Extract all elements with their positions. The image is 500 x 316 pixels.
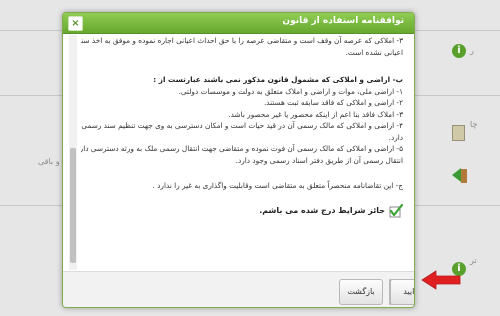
dialog-titlebar[interactable]: توافقنامه استفاده از قانون × — [63, 13, 414, 34]
info-icon[interactable]: i — [452, 44, 466, 58]
terms-line: ۳- املاکی که عرصه آن وقف است و متقاضی عر… — [81, 36, 403, 45]
terms-line: اعیانی نشده است. — [345, 47, 403, 57]
terms-line: ج- این تقاضانامه منحصراً متعلق به متقاضی… — [152, 181, 403, 190]
document-icon[interactable] — [452, 125, 465, 141]
back-button[interactable]: بازگشت — [339, 279, 383, 305]
section-heading: ب- اراضی و املاکی که مشمول قانون مذکور ن… — [153, 75, 403, 84]
terms-line: ۳- املاک فاقد بنا اعم از اینکه محصور یا … — [228, 109, 403, 119]
scrollbar[interactable] — [69, 35, 77, 270]
agree-checkbox-row[interactable]: حائز شرایط درج شده می باشم. — [81, 203, 403, 218]
terms-line: انتقال رسمی آن از طریق دفتر اسناد رسمی و… — [235, 155, 403, 165]
background-label: چا — [470, 120, 478, 129]
back-arrow-icon[interactable] — [452, 168, 468, 184]
scrollbar-thumb[interactable] — [70, 148, 76, 263]
pointer-arrow-icon — [421, 270, 461, 290]
terms-line: دارد. — [388, 132, 403, 142]
terms-line: ۵- اراضی و املاکی که مالک رسمی آن فوت نم… — [81, 144, 403, 153]
background-label: تر — [470, 256, 477, 265]
terms-line: ۲- اراضی و املاکی که فاقد سابقه ثبت هستن… — [263, 98, 403, 107]
agree-label: حائز شرایط درج شده می باشم. — [259, 205, 385, 215]
background-label: ر — [470, 46, 474, 55]
confirm-button[interactable]: تایید — [390, 279, 414, 305]
terms-dialog: توافقنامه استفاده از قانون × ۳- املاکی ک… — [62, 12, 415, 308]
dialog-content: ۳- املاکی که عرصه آن وقف است و متقاضی عر… — [69, 35, 406, 270]
dialog-title: توافقنامه استفاده از قانون — [282, 16, 404, 26]
terms-line: ۱- اراضی ملی، موات و اراضی و املاک متعلق… — [178, 86, 403, 96]
terms-text: ۳- املاکی که عرصه آن وقف است و متقاضی عر… — [81, 35, 403, 270]
close-button[interactable]: × — [68, 16, 83, 31]
terms-line: ۴- اراضی و املاکی که مالک رسمی آن در قید… — [81, 121, 403, 130]
checkmark-icon[interactable] — [389, 203, 403, 218]
